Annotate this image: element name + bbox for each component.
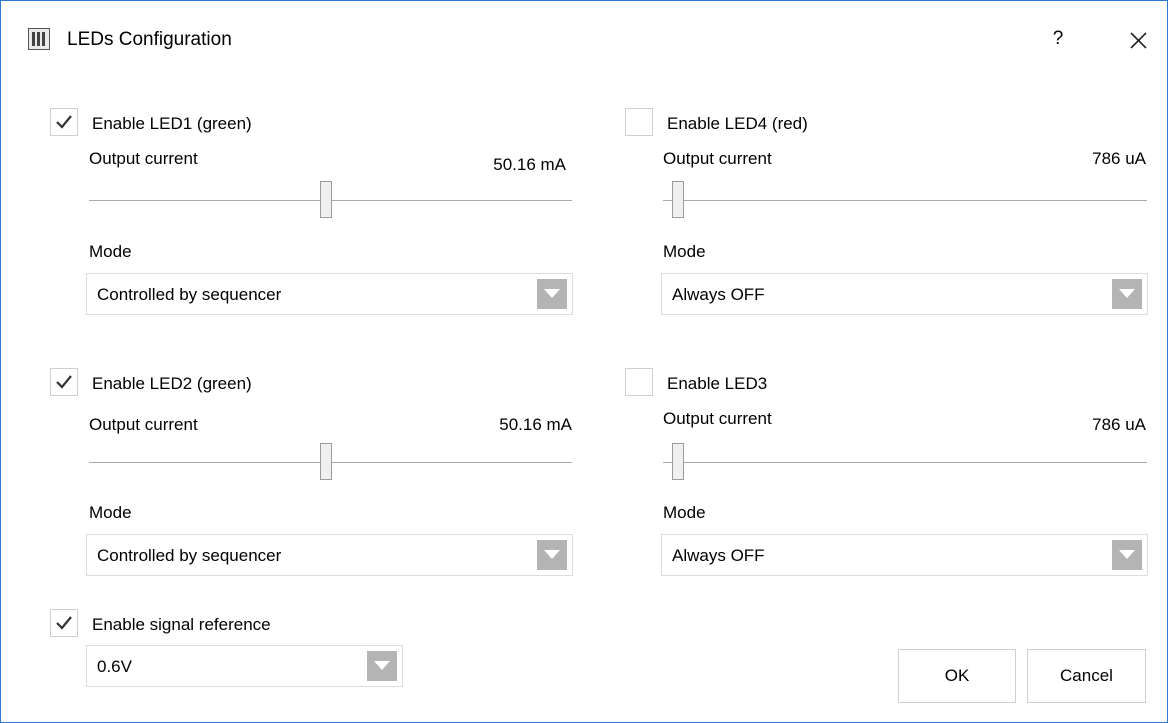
led2-mode-value: Controlled by sequencer bbox=[97, 546, 282, 565]
chevron-down-icon[interactable] bbox=[1112, 540, 1142, 570]
title-bar: LEDs Configuration ? bbox=[1, 1, 1167, 79]
led4-output-current-value: 786 uA bbox=[1092, 149, 1146, 168]
chevron-down-icon[interactable] bbox=[537, 540, 567, 570]
checkmark-icon bbox=[56, 115, 72, 129]
led3-enable-label: Enable LED3 bbox=[667, 374, 768, 393]
slider-thumb[interactable] bbox=[319, 443, 332, 480]
checkmark-icon bbox=[56, 375, 72, 389]
led4-enable-label: Enable LED4 (red) bbox=[667, 114, 808, 133]
slider-thumb[interactable] bbox=[671, 181, 684, 218]
led3-mode-value: Always OFF bbox=[672, 546, 765, 565]
chevron-down-icon[interactable] bbox=[537, 279, 567, 309]
led3-mode-label: Mode bbox=[663, 503, 706, 522]
led3-output-current-value: 786 uA bbox=[1092, 415, 1146, 434]
led2-output-current-value: 50.16 mA bbox=[499, 415, 572, 434]
led1-output-current-label: Output current bbox=[89, 149, 198, 168]
led3-current-slider[interactable] bbox=[663, 443, 1147, 483]
help-button[interactable]: ? bbox=[1043, 25, 1073, 53]
led2-enable-checkbox[interactable] bbox=[50, 368, 78, 396]
led3-enable-checkbox[interactable] bbox=[625, 368, 653, 396]
cancel-button[interactable]: Cancel bbox=[1027, 649, 1146, 703]
signal-reference-value: 0.6V bbox=[97, 657, 132, 676]
close-button[interactable] bbox=[1121, 25, 1155, 55]
led2-enable-label: Enable LED2 (green) bbox=[92, 374, 252, 393]
slider-thumb[interactable] bbox=[671, 443, 684, 480]
close-icon bbox=[1130, 32, 1147, 49]
led2-mode-select[interactable]: Controlled by sequencer bbox=[86, 534, 573, 576]
slider-track bbox=[663, 200, 1147, 201]
led4-mode-select[interactable]: Always OFF bbox=[661, 273, 1148, 315]
led2-current-slider[interactable] bbox=[89, 443, 572, 483]
led1-mode-value: Controlled by sequencer bbox=[97, 285, 282, 304]
led3-mode-select[interactable]: Always OFF bbox=[661, 534, 1148, 576]
slider-track bbox=[663, 462, 1147, 463]
led3-output-current-label: Output current bbox=[663, 409, 772, 428]
chevron-down-icon[interactable] bbox=[367, 651, 397, 681]
ok-button[interactable]: OK bbox=[898, 649, 1016, 703]
led1-enable-label: Enable LED1 (green) bbox=[92, 114, 252, 133]
chevron-down-icon[interactable] bbox=[1112, 279, 1142, 309]
led1-enable-checkbox[interactable] bbox=[50, 108, 78, 136]
led4-enable-checkbox[interactable] bbox=[625, 108, 653, 136]
slider-thumb[interactable] bbox=[319, 181, 332, 218]
signal-reference-select[interactable]: 0.6V bbox=[86, 645, 403, 687]
leds-configuration-dialog: LEDs Configuration ? Enable LED1 (green)… bbox=[0, 0, 1168, 723]
led4-output-current-label: Output current bbox=[663, 149, 772, 168]
led2-output-current-label: Output current bbox=[89, 415, 198, 434]
signal-reference-checkbox[interactable] bbox=[50, 609, 78, 637]
led1-current-slider[interactable] bbox=[89, 181, 572, 221]
led4-mode-value: Always OFF bbox=[672, 285, 765, 304]
dialog-title: LEDs Configuration bbox=[67, 29, 232, 50]
checkmark-icon bbox=[56, 616, 72, 630]
app-logo-icon bbox=[28, 28, 50, 50]
signal-reference-label: Enable signal reference bbox=[92, 615, 271, 634]
led1-mode-label: Mode bbox=[89, 242, 132, 261]
led4-mode-label: Mode bbox=[663, 242, 706, 261]
led1-mode-select[interactable]: Controlled by sequencer bbox=[86, 273, 573, 315]
led4-current-slider[interactable] bbox=[663, 181, 1147, 221]
led2-mode-label: Mode bbox=[89, 503, 132, 522]
led1-output-current-value: 50.16 mA bbox=[493, 155, 566, 174]
